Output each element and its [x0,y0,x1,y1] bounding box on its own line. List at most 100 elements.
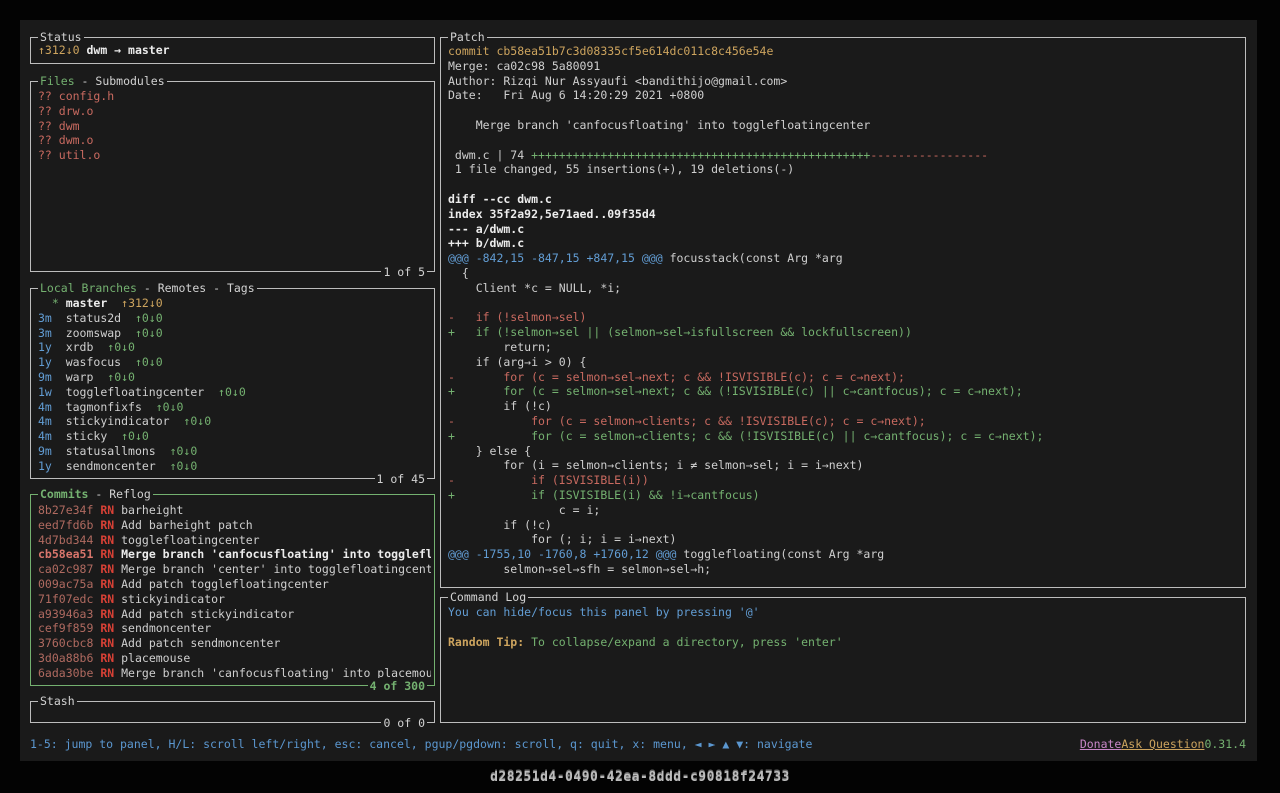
branch-row[interactable]: 4m tagmonfixfs ↑0↓0 [38,400,431,415]
branch-row[interactable]: 9m warp ↑0↓0 [38,370,431,385]
commit-hash: cef9f859 [38,621,93,635]
commit-row[interactable]: a93946a3 RN Add patch stickyindicator [38,607,431,622]
commit-row[interactable]: cef9f859 RN sendmoncenter [38,621,431,636]
commit-row[interactable]: 71f07edc RN stickyindicator [38,592,431,607]
bottom-bar-links: DonateAsk Question0.31.4 [1080,737,1246,752]
commit-hash: 3760cbc8 [38,636,93,650]
commit-author-initials: RN [100,621,114,635]
patch-line: + if (!selmon→sel || (selmon→sel→isfulls… [448,325,1242,340]
files-panel[interactable]: Files - Submodules ?? config.h?? drw.o??… [30,81,435,272]
commit-author-initials: RN [100,518,114,532]
branch-row[interactable]: 3m zoomswap ↑0↓0 [38,326,431,341]
status-line[interactable]: ↑312↓0 dwm → master [38,43,431,58]
status-panel-title: Status [38,29,84,45]
commit-row[interactable]: eed7fd6b RN Add barheight patch [38,518,431,533]
file-row[interactable]: ?? config.h [38,89,431,104]
patch-line [448,296,1242,311]
file-entry: ?? util.o [38,148,100,162]
commits-panel[interactable]: Commits - Reflog 8b27e34f RN barheightee… [30,494,435,686]
commit-row[interactable]: 4d7bd344 RN togglefloatingcenter [38,533,431,548]
commit-message: Add patch sendmoncenter [121,636,280,650]
commit-hash: 3d0a88b6 [38,651,93,665]
files-scroll-position: 1 of 5 [381,264,427,280]
commit-hash: 8b27e34f [38,503,93,517]
file-row[interactable]: ?? util.o [38,148,431,163]
commit-author-initials: RN [100,577,114,591]
file-row[interactable]: ?? dwm [38,119,431,134]
branch-age: 4m [38,400,66,414]
patch-line: } else { [448,444,1242,459]
patch-line: return; [448,340,1242,355]
command-log-panel[interactable]: Command Log You can hide/focus this pane… [440,597,1246,723]
branch-row[interactable]: 4m stickyindicator ↑0↓0 [38,414,431,429]
commit-hash: cb58ea51 [38,547,93,561]
branch-row[interactable]: * master ↑312↓0 [38,296,431,311]
branch-row[interactable]: 1y xrdb ↑0↓0 [38,340,431,355]
branch-row[interactable]: 4m sticky ↑0↓0 [38,429,431,444]
branch-status: ↑0↓0 [183,414,211,428]
random-tip-text: To collapse/expand a directory, press 'e… [531,635,843,649]
commit-row[interactable]: 3d0a88b6 RN placemouse [38,651,431,666]
branch-status: ↑0↓0 [135,326,163,340]
tab-submodules[interactable]: - Submodules [75,74,165,88]
branches-panel[interactable]: Local Branches - Remotes - Tags * master… [30,288,435,479]
commits-list: 8b27e34f RN barheighteed7fd6b RN Add bar… [31,495,434,685]
branch-name: master [66,296,108,310]
branch-row[interactable]: 9m statusallmons ↑0↓0 [38,444,431,459]
ask-question-link[interactable]: Ask Question [1121,737,1204,751]
branch-age: 1y [38,355,66,369]
stash-panel[interactable]: Stash 0 of 0 [30,701,435,723]
files-panel-title: Files - Submodules [38,73,167,89]
behind-count: ↓0 [66,43,80,57]
commit-row[interactable]: 009ac75a RN Add patch togglefloatingcent… [38,577,431,592]
branch-status: ↑0↓0 [107,370,135,384]
patch-panel[interactable]: Patch commit cb58ea51b7c3d08335cf5e614dc… [440,37,1246,588]
branch-row[interactable]: 1y wasfocus ↑0↓0 [38,355,431,370]
donate-link[interactable]: Donate [1080,737,1122,751]
patch-line: Author: Rizqi Nur Assyaufi <bandithijo@g… [448,74,1242,89]
tab-files[interactable]: Files [40,74,75,88]
command-log-info: You can hide/focus this panel by pressin… [448,605,760,619]
commit-author-initials: RN [100,607,114,621]
branch-row[interactable]: 3m status2d ↑0↓0 [38,311,431,326]
tab-reflog[interactable]: - Reflog [88,487,150,501]
patch-line [448,177,1242,192]
commit-hash: a93946a3 [38,607,93,621]
commit-row[interactable]: 8b27e34f RN barheight [38,503,431,518]
commit-author-initials: RN [100,503,114,517]
branch-age: 4m [38,429,66,443]
bottom-bar: 1-5: jump to panel, H/L: scroll left/rig… [30,737,1246,752]
tab-remotes-tags[interactable]: - Remotes - Tags [137,281,255,295]
branch-status: ↑0↓0 [107,340,135,354]
patch-line: Merge branch 'canfocusfloating' into tog… [448,118,1242,133]
commit-author-initials: RN [100,666,114,680]
branch-age: 3m [38,311,66,325]
patch-line: commit cb58ea51b7c3d08335cf5e614dc011c8c… [448,44,1242,59]
branch-age: 1y [38,340,66,354]
file-row[interactable]: ?? dwm.o [38,133,431,148]
patch-line [448,103,1242,118]
file-entry: ?? config.h [38,89,114,103]
file-row[interactable]: ?? drw.o [38,104,431,119]
commit-row[interactable]: ca02c987 RN Merge branch 'center' into t… [38,562,431,577]
commit-row[interactable]: cb58ea51 RN Merge branch 'canfocusfloati… [38,547,431,562]
commit-hash: ca02c987 [38,562,93,576]
status-panel[interactable]: Status ↑312↓0 dwm → master [30,37,435,64]
branch-name: sticky [66,429,108,443]
commit-hash: 4d7bd344 [38,533,93,547]
branch-row[interactable]: 1y sendmoncenter ↑0↓0 [38,459,431,474]
commit-author-initials: RN [100,636,114,650]
stash-scroll-position: 0 of 0 [381,715,427,731]
branch-row[interactable]: 1w togglefloatingcenter ↑0↓0 [38,385,431,400]
commit-message: stickyindicator [121,592,225,606]
repo-branch: dwm → master [80,43,170,57]
commit-row[interactable]: 3760cbc8 RN Add patch sendmoncenter [38,636,431,651]
patch-line: - if (!selmon→sel) [448,310,1242,325]
branch-name: tagmonfixfs [66,400,142,414]
patch-line: if (arg→i > 0) { [448,355,1242,370]
tab-commits[interactable]: Commits [40,487,88,501]
branch-status: ↑0↓0 [218,385,246,399]
tab-local-branches[interactable]: Local Branches [40,281,137,295]
branch-name: togglefloatingcenter [66,385,204,399]
branch-age: 1y [38,459,66,473]
